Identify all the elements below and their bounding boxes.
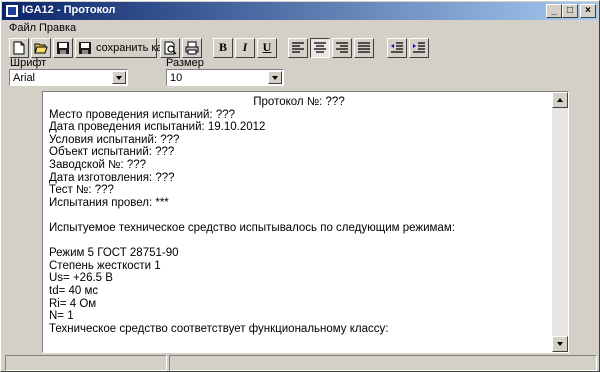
menu-file[interactable]: Файл	[9, 22, 36, 34]
new-document-icon	[13, 41, 25, 55]
save-button[interactable]	[53, 38, 73, 58]
minimize-button[interactable]: _	[546, 4, 562, 18]
close-button[interactable]: ×	[580, 4, 596, 18]
outdent-icon	[391, 42, 403, 53]
document-line: td= 40 мс	[49, 284, 99, 297]
save-as-label: сохранить как	[96, 42, 168, 54]
bold-button[interactable]: B	[213, 38, 233, 58]
print-preview-button[interactable]	[160, 38, 180, 58]
print-button[interactable]	[182, 38, 202, 58]
document-line: Заводской №: ???	[49, 158, 147, 171]
print-preview-icon	[164, 41, 177, 55]
app-icon	[5, 4, 19, 18]
size-label: Размер	[166, 57, 204, 69]
status-panel-2	[169, 355, 597, 371]
align-center-icon	[314, 42, 326, 53]
document-line: Ri= 4 Ом	[49, 297, 97, 310]
document-line: Тест №: ???	[49, 184, 114, 197]
status-panel-1	[5, 355, 167, 371]
size-value: 10	[170, 72, 183, 84]
align-right-icon	[336, 42, 348, 53]
status-bar	[3, 355, 599, 371]
size-select[interactable]: 10	[166, 69, 284, 86]
folder-open-icon	[34, 43, 48, 54]
document-line: Условия испытаний: ???	[49, 133, 180, 146]
document-line: Дата изготовления: ???	[49, 171, 175, 184]
floppy-disk-icon	[79, 42, 91, 54]
align-right-button[interactable]	[332, 38, 352, 58]
indent-icon	[413, 42, 425, 53]
document-line: Объект испытаний: ???	[49, 146, 175, 159]
title-bar[interactable]: IGA12 - Протокол _ □ ×	[2, 2, 598, 20]
scroll-up-button[interactable]	[552, 92, 568, 108]
document-line: Дата проведения испытаний: 19.10.2012	[49, 121, 266, 134]
protocol-heading: Протокол №: ???	[253, 96, 345, 108]
document-text[interactable]: Протокол №: ??? Место проведения испытани…	[49, 96, 549, 335]
document-line: Место проведения испытаний: ???	[49, 108, 236, 121]
document-line: Режим 5 ГОСТ 28751-90	[49, 247, 179, 260]
printer-icon	[185, 41, 199, 55]
font-value: Arial	[13, 72, 36, 84]
vertical-scrollbar[interactable]	[552, 92, 568, 352]
font-select[interactable]: Arial	[9, 69, 128, 86]
menu-edit[interactable]: Правка	[39, 22, 76, 34]
align-left-button[interactable]	[288, 38, 308, 58]
align-justify-icon	[358, 42, 370, 53]
scroll-down-button[interactable]	[552, 336, 568, 352]
maximize-button[interactable]: □	[562, 4, 578, 18]
align-justify-button[interactable]	[354, 38, 374, 58]
chevron-down-icon[interactable]	[112, 71, 126, 84]
toolbar: сохранить как B I U	[3, 38, 599, 58]
floppy-disk-icon	[57, 42, 69, 54]
font-label: Шрифт	[10, 57, 47, 69]
document-line: Us= +26.5 В	[49, 272, 113, 285]
chevron-down-icon[interactable]	[268, 71, 282, 84]
window-title: IGA12 - Протокол	[22, 4, 116, 16]
new-button[interactable]	[9, 38, 29, 58]
decrease-indent-button[interactable]	[387, 38, 407, 58]
document-line: Испытания провел: ***	[49, 196, 169, 209]
align-center-button[interactable]	[310, 38, 330, 58]
save-as-button[interactable]: сохранить как	[75, 38, 167, 58]
document-line: Степень жесткости 1	[49, 259, 161, 272]
app-window: IGA12 - Протокол _ □ × Файл Правка сохра…	[0, 0, 600, 372]
italic-button[interactable]: I	[235, 38, 255, 58]
align-left-icon	[292, 42, 304, 53]
document-line: N= 1	[49, 310, 74, 323]
increase-indent-button[interactable]	[409, 38, 429, 58]
document-editor[interactable]: Протокол №: ??? Место проведения испытани…	[42, 91, 569, 353]
open-button[interactable]	[31, 38, 51, 58]
underline-button[interactable]: U	[257, 38, 277, 58]
document-line: Испытуемое техническое средство испытыва…	[49, 221, 455, 234]
document-line: Техническое средство соответствует функц…	[49, 322, 389, 335]
